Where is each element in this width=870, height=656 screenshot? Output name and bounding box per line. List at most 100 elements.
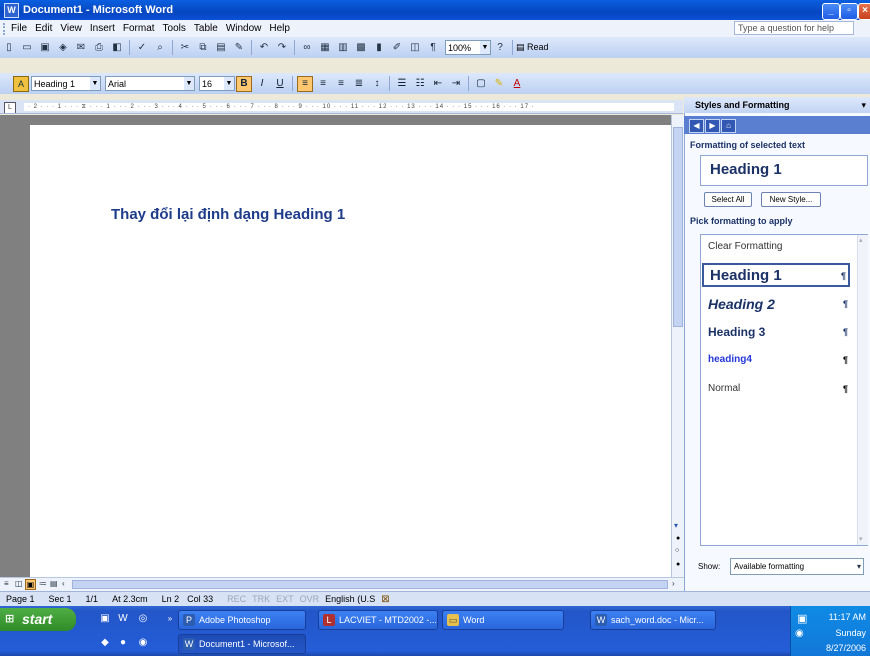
scroll-thumb[interactable] bbox=[673, 127, 683, 327]
menu-format[interactable]: Format bbox=[123, 23, 155, 34]
selected-style-box[interactable]: Heading 1 bbox=[700, 155, 868, 186]
italic-icon[interactable]: I bbox=[254, 76, 270, 92]
menu-table[interactable]: Table bbox=[194, 23, 218, 34]
web-view-icon[interactable]: ◫ bbox=[15, 579, 23, 588]
style-item-normal[interactable]: Normal ¶ bbox=[702, 379, 850, 399]
hyperlink-icon[interactable]: ∞ bbox=[299, 40, 315, 56]
new-document-icon[interactable]: ▯ bbox=[1, 40, 17, 56]
select-browse-object-icon[interactable]: ○ bbox=[675, 547, 679, 554]
style-select[interactable]: Heading 1 ▼ bbox=[31, 76, 101, 91]
bold-icon[interactable]: B bbox=[236, 75, 252, 92]
align-right-icon[interactable]: ≡ bbox=[333, 76, 349, 92]
permission-icon[interactable]: ◈ bbox=[55, 40, 71, 56]
task-adobe-photoshop[interactable]: P Adobe Photoshop bbox=[178, 610, 306, 630]
more-icon[interactable]: » bbox=[163, 612, 177, 626]
minimize-button[interactable]: _ bbox=[822, 3, 840, 20]
menu-help[interactable]: Help bbox=[269, 23, 290, 34]
justify-icon[interactable]: ≣ bbox=[351, 76, 367, 92]
menu-edit[interactable]: Edit bbox=[35, 23, 52, 34]
styles-pane-icon[interactable]: A bbox=[13, 75, 29, 92]
border-icon[interactable]: ▢ bbox=[473, 76, 489, 92]
open-folder-icon[interactable]: ▭ bbox=[19, 40, 35, 56]
task-pane-menu-icon[interactable]: ▾ bbox=[861, 97, 866, 113]
quicklaunch-media-icon[interactable]: ◉ bbox=[136, 636, 150, 650]
quicklaunch-browser-icon[interactable]: ● bbox=[116, 636, 130, 650]
status-rec[interactable]: REC bbox=[227, 594, 246, 604]
scroll-down-icon[interactable]: ▾ bbox=[674, 521, 678, 530]
tray-network-icon[interactable]: ◉ bbox=[795, 628, 804, 639]
bullets-icon[interactable]: ☷ bbox=[412, 76, 428, 92]
style-item-heading-1[interactable]: Heading 1 ¶ bbox=[702, 263, 850, 287]
document-heading-text[interactable]: Thay đổi lại định dạng Heading 1 bbox=[111, 206, 345, 223]
spelling-icon[interactable]: ✓ bbox=[134, 40, 150, 56]
show-select[interactable]: Available formatting ▾ bbox=[730, 558, 864, 575]
increase-indent-icon[interactable]: ⇥ bbox=[448, 76, 464, 92]
help-icon[interactable]: ? bbox=[492, 40, 508, 56]
outline-view-icon[interactable]: ≔ bbox=[39, 579, 47, 588]
zoom-select[interactable]: 100% ▼ bbox=[445, 40, 491, 55]
email-icon[interactable]: ✉ bbox=[73, 40, 89, 56]
menu-file[interactable]: File bbox=[11, 23, 27, 34]
show-hide-icon[interactable]: ¶ bbox=[425, 40, 441, 56]
scroll-down-icon[interactable]: ▾ bbox=[859, 535, 863, 543]
style-item-clear-formatting[interactable]: Clear Formatting bbox=[702, 237, 850, 257]
next-page-icon[interactable]: ● bbox=[676, 561, 680, 568]
task-lacviet[interactable]: L LACVIET - MTD2002 -... bbox=[318, 610, 438, 630]
read-button[interactable]: ▤ Read bbox=[516, 42, 549, 53]
formatting-list-scrollbar[interactable]: ▴ ▾ bbox=[857, 235, 868, 545]
horizontal-ruler[interactable]: L · 2 · · · 1 · · · ⧖ · · · 1 · · · 2 · … bbox=[0, 100, 683, 114]
save-icon[interactable]: ▣ bbox=[37, 40, 53, 56]
task-document1[interactable]: W Document1 - Microsof... bbox=[178, 634, 306, 654]
reading-layout-icon[interactable]: ▤ bbox=[50, 579, 58, 588]
status-trk[interactable]: TRK bbox=[252, 594, 270, 604]
status-language[interactable]: English (U.S bbox=[325, 594, 375, 604]
task-sach-word[interactable]: W sach_word.doc - Micr... bbox=[590, 610, 716, 630]
scroll-left-icon[interactable]: ‹ bbox=[62, 579, 65, 588]
tray-app-icon[interactable]: ▣ bbox=[797, 612, 807, 625]
font-select[interactable]: Arial ▼ bbox=[105, 76, 195, 91]
close-button[interactable]: × bbox=[858, 3, 870, 20]
columns-icon[interactable]: ▮ bbox=[371, 40, 387, 56]
quicklaunch-word-icon[interactable]: W bbox=[116, 612, 130, 626]
line-spacing-icon[interactable]: ↕ bbox=[369, 76, 385, 92]
maximize-button[interactable]: ▫ bbox=[840, 3, 858, 20]
horizontal-scroll-thumb[interactable] bbox=[72, 580, 668, 589]
numbering-icon[interactable]: ☰ bbox=[394, 76, 410, 92]
quicklaunch-photo-icon[interactable]: ◆ bbox=[98, 636, 112, 650]
task-word-folder[interactable]: ▭ Word bbox=[442, 610, 564, 630]
highlight-icon[interactable]: ✎ bbox=[491, 76, 507, 92]
print-preview-icon[interactable]: ◧ bbox=[109, 40, 125, 56]
scroll-up-icon[interactable]: ▴ bbox=[859, 236, 863, 244]
previous-page-icon[interactable]: ● bbox=[676, 535, 680, 542]
spelling-status-icon[interactable]: ⊠ bbox=[381, 594, 389, 605]
insert-table-icon[interactable]: ▥ bbox=[335, 40, 351, 56]
help-search-input[interactable]: Type a question for help bbox=[734, 21, 854, 35]
print-layout-view-icon[interactable]: ▣ bbox=[25, 579, 36, 590]
style-item-heading-2[interactable]: Heading 2 ¶ bbox=[702, 293, 850, 315]
home-icon[interactable]: ⌂ bbox=[721, 119, 736, 133]
undo-icon[interactable]: ↶ bbox=[256, 40, 272, 56]
decrease-indent-icon[interactable]: ⇤ bbox=[430, 76, 446, 92]
style-item-heading-3[interactable]: Heading 3 ¶ bbox=[702, 322, 850, 342]
scroll-right-icon[interactable]: › bbox=[672, 579, 675, 588]
research-icon[interactable]: ⌕ bbox=[152, 40, 168, 56]
tables-borders-icon[interactable]: ▦ bbox=[317, 40, 333, 56]
menu-view[interactable]: View bbox=[60, 23, 82, 34]
menu-insert[interactable]: Insert bbox=[90, 23, 115, 34]
clock-time[interactable]: 11:17 AM bbox=[829, 612, 866, 622]
paste-icon[interactable]: ▤ bbox=[213, 40, 229, 56]
desktop-icon[interactable]: ▣ bbox=[98, 612, 112, 626]
underline-icon[interactable]: U bbox=[272, 76, 288, 92]
insert-excel-icon[interactable]: ▩ bbox=[353, 40, 369, 56]
select-all-button[interactable]: Select All bbox=[704, 192, 752, 207]
redo-icon[interactable]: ↷ bbox=[274, 40, 290, 56]
font-size-select[interactable]: 16 ▼ bbox=[199, 76, 235, 91]
status-ext[interactable]: EXT bbox=[276, 594, 294, 604]
align-left-icon[interactable]: ≡ bbox=[297, 75, 313, 92]
tab-selector-icon[interactable]: L bbox=[4, 102, 16, 113]
style-item-heading4[interactable]: heading4 ¶ bbox=[702, 350, 850, 370]
back-icon[interactable]: ◀ bbox=[689, 119, 704, 133]
new-style-button[interactable]: New Style... bbox=[761, 192, 821, 207]
status-ovr[interactable]: OVR bbox=[300, 594, 320, 604]
format-painter-icon[interactable]: ✎ bbox=[231, 40, 247, 56]
